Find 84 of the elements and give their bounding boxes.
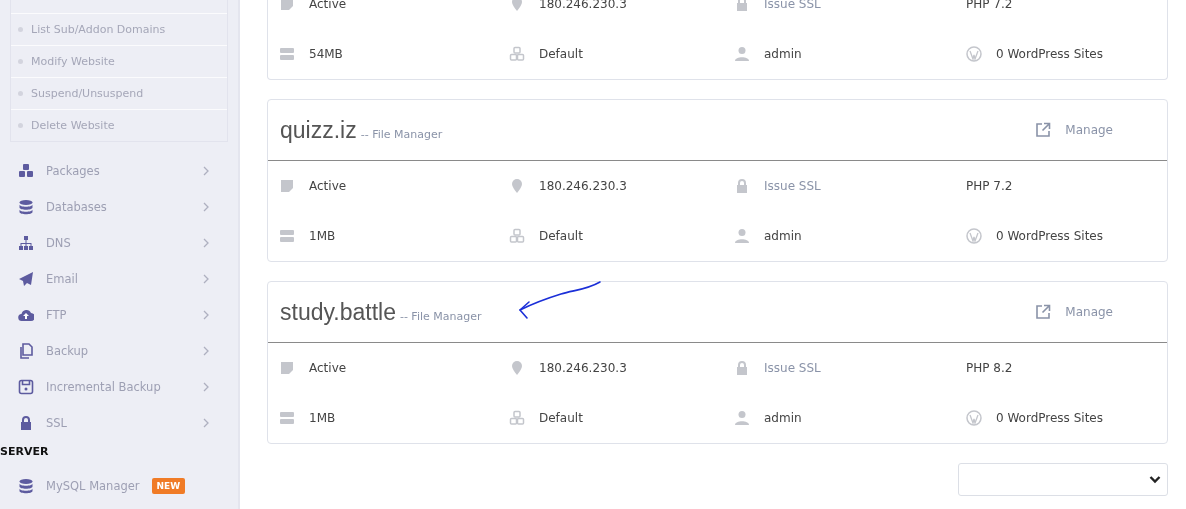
info-text: PHP 7.2 <box>966 179 1013 193</box>
info-text: Default <box>539 47 583 61</box>
sidebar-item[interactable]: SSL <box>0 405 238 441</box>
sidebar-item[interactable]: Incremental Backup <box>0 369 238 405</box>
info-text: 180.246.230.3 <box>539 361 627 375</box>
info-text: 0 WordPress Sites <box>996 411 1103 425</box>
info-text: PHP 8.2 <box>966 361 1013 375</box>
copy-icon <box>18 343 34 359</box>
chevron-icon <box>203 418 210 428</box>
hard-drive-icon <box>279 46 295 62</box>
cubes-icon <box>509 410 525 426</box>
chevron-icon <box>203 310 210 320</box>
map-pin-icon <box>509 360 525 376</box>
document-icon <box>279 178 295 194</box>
sidebar-item-label: MySQL Manager <box>46 479 140 493</box>
cubes-icon <box>509 228 525 244</box>
domain-title: study.battle <box>280 298 396 326</box>
info-text: Active <box>309 179 347 193</box>
section-heading: SERVER <box>0 444 50 460</box>
sidebar-item[interactable]: DNS <box>0 225 238 261</box>
lock-icon <box>734 0 750 12</box>
chevron-icon <box>203 238 210 248</box>
file-manager-link[interactable]: -- File Manager <box>360 127 443 141</box>
chevron-icon <box>203 274 210 284</box>
sidebar-item[interactable]: Packages <box>0 153 238 189</box>
wordpress-icon <box>966 228 982 244</box>
info-text: admin <box>764 47 802 61</box>
sidebar-item[interactable]: MySQL Manager NEW <box>0 469 238 503</box>
submenu-item[interactable]: Modify Website <box>11 45 227 77</box>
user-icon <box>734 46 750 62</box>
wordpress-icon <box>966 46 982 62</box>
user-icon <box>734 410 750 426</box>
document-icon <box>279 0 295 12</box>
info-text: admin <box>764 411 802 425</box>
external-link-icon <box>1035 304 1052 320</box>
info-text: Default <box>539 229 583 243</box>
caret-icon <box>1149 475 1161 484</box>
issue-ssl-link[interactable]: Issue SSL <box>764 179 821 193</box>
map-pin-icon <box>509 178 525 194</box>
user-icon <box>734 228 750 244</box>
cubes-icon <box>18 163 34 179</box>
submenu-item[interactable]: List Sub/Addon Domains <box>11 13 227 45</box>
hard-drive-icon <box>279 410 295 426</box>
sidebar-item[interactable]: Backup <box>0 333 238 369</box>
issue-ssl-link[interactable]: Issue SSL <box>764 361 821 375</box>
info-text: 1MB <box>309 229 336 243</box>
info-text: Default <box>539 411 583 425</box>
sidebar-item[interactable]: FTP <box>0 297 238 333</box>
sitemap-icon <box>18 235 34 251</box>
file-manager-link[interactable]: -- File Manager <box>399 309 482 323</box>
lock-icon <box>18 415 34 431</box>
submenu-item[interactable]: Suspend/Unsuspend <box>11 77 227 109</box>
info-text: Active <box>309 361 347 375</box>
paper-plane-icon <box>18 271 34 287</box>
sidebar-item[interactable]: Email <box>0 261 238 297</box>
info-text: 1MB <box>309 411 336 425</box>
database-icon <box>18 199 34 215</box>
save-icon <box>18 379 34 395</box>
domain-title: quizz.iz <box>280 116 357 144</box>
manage-link[interactable]: Manage <box>1035 122 1113 138</box>
database-icon <box>18 478 34 494</box>
document-icon <box>279 360 295 376</box>
manage-link[interactable]: Manage <box>1035 304 1113 320</box>
map-pin-icon <box>509 0 525 12</box>
info-text: 54MB <box>309 47 343 61</box>
new-badge: NEW <box>151 478 186 494</box>
info-text: admin <box>764 229 802 243</box>
external-link-icon <box>1035 122 1052 138</box>
chevron-icon <box>203 346 210 356</box>
cubes-icon <box>509 46 525 62</box>
wordpress-icon <box>966 410 982 426</box>
lock-icon <box>734 360 750 376</box>
chevron-icon <box>203 202 210 212</box>
chevron-icon <box>203 166 210 176</box>
info-text: 0 WordPress Sites <box>996 229 1103 243</box>
chevron-icon <box>203 382 210 392</box>
sidebar-item[interactable]: Databases <box>0 189 238 225</box>
lock-icon <box>734 178 750 194</box>
info-text: 180.246.230.3 <box>539 179 627 193</box>
submenu-item[interactable]: Delete Website <box>11 109 227 141</box>
hard-drive-icon <box>279 228 295 244</box>
cloud-upload-icon <box>18 307 34 323</box>
info-text: 0 WordPress Sites <box>996 47 1103 61</box>
page-select[interactable] <box>958 463 1168 496</box>
